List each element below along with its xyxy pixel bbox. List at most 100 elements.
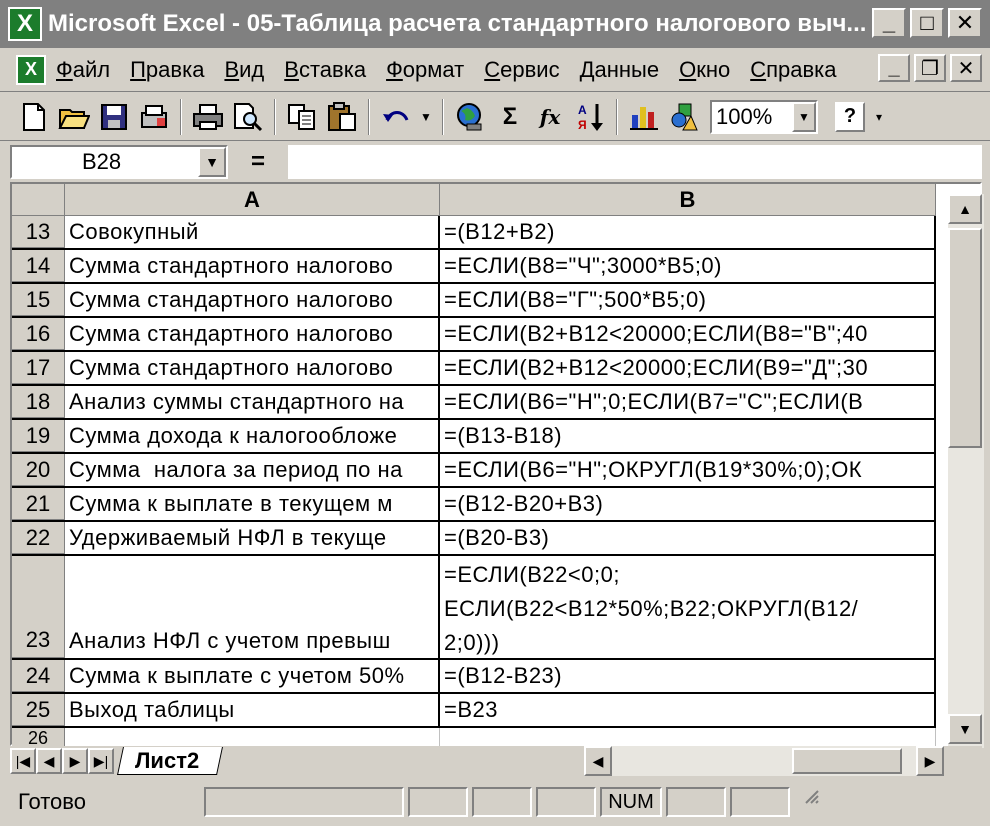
- doc-close-button[interactable]: ✕: [950, 54, 982, 82]
- cell-a22[interactable]: Удерживаемый НФЛ в текуще: [65, 522, 440, 554]
- undo-dropdown-icon[interactable]: ▼: [416, 97, 436, 137]
- resize-grip-icon[interactable]: [802, 787, 822, 817]
- sort-icon[interactable]: АЯ: [570, 97, 610, 137]
- row-header[interactable]: 14: [12, 250, 65, 282]
- menu-view[interactable]: Вид: [224, 57, 264, 83]
- print-icon[interactable]: [188, 97, 228, 137]
- help-icon[interactable]: ?: [830, 97, 870, 137]
- prev-sheet-icon[interactable]: ◀: [36, 748, 62, 774]
- menu-format[interactable]: Формат: [386, 57, 464, 83]
- cell-a19[interactable]: Сумма дохода к налогообложе: [65, 420, 440, 452]
- cell-a20[interactable]: Сумма налога за период по на: [65, 454, 440, 486]
- cell-b14[interactable]: =ЕСЛИ(B8="Ч";3000*B5;0): [440, 250, 936, 282]
- row-header[interactable]: 18: [12, 386, 65, 418]
- save-icon[interactable]: [94, 97, 134, 137]
- chevron-down-icon[interactable]: ▼: [792, 101, 816, 132]
- scroll-right-icon[interactable]: ▶: [916, 746, 944, 776]
- row-header[interactable]: 16: [12, 318, 65, 350]
- name-box[interactable]: B28 ▼: [10, 145, 228, 179]
- doc-minimize-button[interactable]: _: [878, 54, 910, 82]
- undo-icon[interactable]: [376, 97, 416, 137]
- cell-b17[interactable]: =ЕСЛИ(B2+B12<20000;ЕСЛИ(B9="Д";30: [440, 352, 936, 384]
- cell-b18[interactable]: =ЕСЛИ(B6="Н";0;ЕСЛИ(B7="С";ЕСЛИ(B: [440, 386, 936, 418]
- cell-a13[interactable]: Совокупный: [65, 216, 440, 248]
- print-preview-icon[interactable]: [228, 97, 268, 137]
- row-header[interactable]: 17: [12, 352, 65, 384]
- scroll-left-icon[interactable]: ◀: [584, 746, 612, 776]
- zoom-select[interactable]: 100% ▼: [710, 99, 818, 134]
- row-header[interactable]: 22: [12, 522, 65, 554]
- minimize-button[interactable]: _: [872, 8, 906, 38]
- row-header[interactable]: 13: [12, 216, 65, 248]
- cell-b20[interactable]: =ЕСЛИ(B6="Н";ОКРУГЛ(B19*30%;0);ОК: [440, 454, 936, 486]
- vertical-scrollbar[interactable]: ▲ ▼: [948, 194, 984, 748]
- scroll-down-icon[interactable]: ▼: [948, 714, 982, 744]
- cell-a25[interactable]: Выход таблицы: [65, 694, 440, 726]
- row-header[interactable]: 20: [12, 454, 65, 486]
- menu-insert[interactable]: Вставка: [284, 57, 366, 83]
- row-header[interactable]: 21: [12, 488, 65, 520]
- open-icon[interactable]: [54, 97, 94, 137]
- cell-b23[interactable]: =ЕСЛИ(B22<0;0; ЕСЛИ(B22<B12*50%;B22;ОКРУ…: [440, 556, 936, 658]
- cell-a14[interactable]: Сумма стандартного налогово: [65, 250, 440, 282]
- first-sheet-icon[interactable]: |◀: [10, 748, 36, 774]
- cell-a18[interactable]: Анализ суммы стандартного на: [65, 386, 440, 418]
- menu-tools[interactable]: Сервис: [484, 57, 559, 83]
- cell-b15[interactable]: =ЕСЛИ(B8="Г";500*B5;0): [440, 284, 936, 316]
- maximize-button[interactable]: □: [910, 8, 944, 38]
- cell-a15[interactable]: Сумма стандартного налогово: [65, 284, 440, 316]
- menu-help[interactable]: Справка: [750, 57, 836, 83]
- cell-a24[interactable]: Сумма к выплате с учетом 50%: [65, 660, 440, 692]
- cell-a16[interactable]: Сумма стандартного налогово: [65, 318, 440, 350]
- cell-b19[interactable]: =(B13-B18): [440, 420, 936, 452]
- cell-b24[interactable]: =(B12-B23): [440, 660, 936, 692]
- autosum-icon[interactable]: Σ: [490, 97, 530, 137]
- globe-icon[interactable]: [450, 97, 490, 137]
- row-header[interactable]: 26: [12, 728, 65, 748]
- row-header[interactable]: 23: [12, 556, 65, 658]
- formula-input[interactable]: [288, 145, 982, 179]
- cell-a23[interactable]: Анализ НФЛ с учетом превыш: [65, 556, 440, 658]
- excel-app-icon[interactable]: X: [8, 7, 42, 41]
- workbook-icon[interactable]: X: [16, 54, 46, 85]
- cell-a26[interactable]: [65, 728, 440, 748]
- cell-b25[interactable]: =B23: [440, 694, 936, 726]
- function-icon[interactable]: fx: [530, 97, 570, 137]
- permission-icon[interactable]: [134, 97, 174, 137]
- cell-b22[interactable]: =(B20-B3): [440, 522, 936, 554]
- row-header[interactable]: 15: [12, 284, 65, 316]
- horizontal-scroll-thumb[interactable]: [792, 748, 902, 774]
- drawing-icon[interactable]: [664, 97, 704, 137]
- menu-file[interactable]: Файл: [56, 57, 110, 83]
- cell-b21[interactable]: =(B12-B20+B3): [440, 488, 936, 520]
- cell-a17[interactable]: Сумма стандартного налогово: [65, 352, 440, 384]
- doc-restore-button[interactable]: ❐: [914, 54, 946, 82]
- menu-data[interactable]: Данные: [580, 57, 660, 83]
- column-header-a[interactable]: A: [65, 184, 440, 216]
- copy-icon[interactable]: [282, 97, 322, 137]
- cell-a21[interactable]: Сумма к выплате в текущем м: [65, 488, 440, 520]
- close-button[interactable]: ✕: [948, 8, 982, 38]
- chart-icon[interactable]: [624, 97, 664, 137]
- next-sheet-icon[interactable]: ▶: [62, 748, 88, 774]
- cell-b13[interactable]: =(B12+B2): [440, 216, 936, 248]
- equals-button[interactable]: =: [228, 148, 288, 176]
- row-header[interactable]: 24: [12, 660, 65, 692]
- row-header[interactable]: 25: [12, 694, 65, 726]
- horizontal-scrollbar[interactable]: ◀ ▶: [584, 746, 944, 776]
- vertical-scroll-thumb[interactable]: [948, 228, 982, 448]
- chevron-down-icon[interactable]: ▼: [198, 147, 226, 177]
- cell-b26[interactable]: [440, 728, 936, 748]
- new-icon[interactable]: [14, 97, 54, 137]
- column-header-b[interactable]: B: [440, 184, 936, 216]
- toolbar-options-icon[interactable]: ▾: [870, 97, 888, 137]
- last-sheet-icon[interactable]: ▶|: [88, 748, 114, 774]
- scroll-up-icon[interactable]: ▲: [948, 194, 982, 224]
- cell-b16[interactable]: =ЕСЛИ(B2+B12<20000;ЕСЛИ(B8="В";40: [440, 318, 936, 350]
- sheet-tab[interactable]: Лист2: [117, 747, 224, 775]
- menu-window[interactable]: Окно: [679, 57, 730, 83]
- paste-icon[interactable]: [322, 97, 362, 137]
- row-header[interactable]: 19: [12, 420, 65, 452]
- select-all-corner[interactable]: [12, 184, 65, 216]
- menu-edit[interactable]: Правка: [130, 57, 204, 83]
